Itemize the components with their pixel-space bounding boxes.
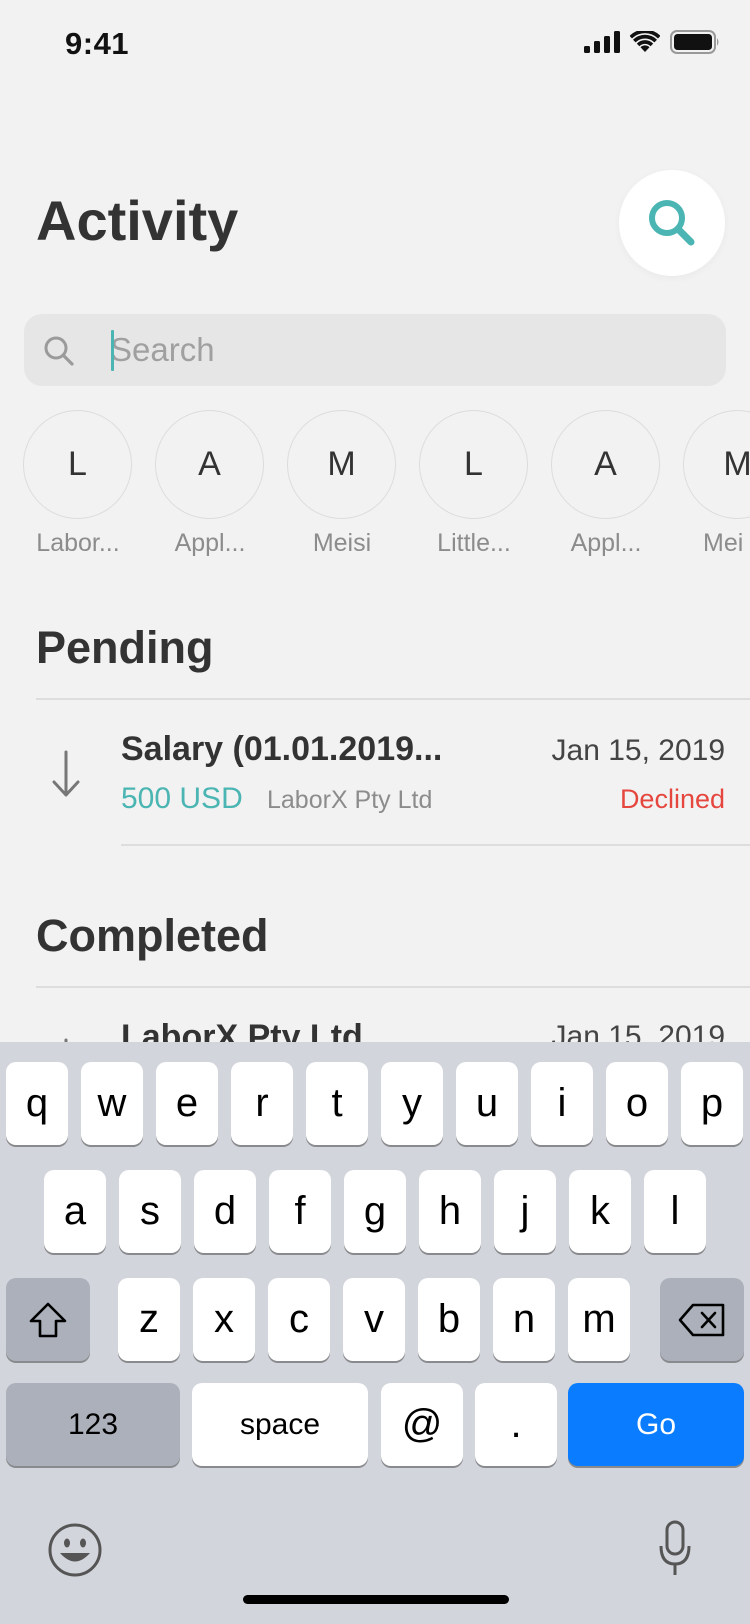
section-title-completed: Completed [36, 910, 269, 961]
backspace-icon [678, 1303, 725, 1336]
key-n[interactable]: n [493, 1278, 555, 1361]
contact-name: Appl... [174, 529, 246, 557]
key-q[interactable]: q [6, 1062, 68, 1145]
key-x[interactable]: x [193, 1278, 255, 1361]
keyboard: qwertyuiop asdfghjkl zxcvbnm 123 space @… [0, 1042, 750, 1624]
microphone-icon[interactable] [657, 1520, 693, 1578]
key-j[interactable]: j [494, 1170, 556, 1253]
contact-avatar: A [155, 410, 264, 519]
contact-avatar: A [551, 410, 660, 519]
search-icon [649, 200, 695, 246]
contact-item[interactable]: A Appl... [551, 410, 660, 558]
space-key[interactable]: space [192, 1383, 368, 1466]
contact-avatar: M [287, 410, 396, 519]
go-key[interactable]: Go [568, 1383, 744, 1466]
key-b[interactable]: b [418, 1278, 480, 1361]
transaction-date: Jan 15, 2019 [551, 734, 725, 767]
key-g[interactable]: g [344, 1170, 406, 1253]
contact-item[interactable]: M Mei [683, 410, 750, 558]
transaction-row[interactable]: Salary (01.01.2019... 500 USD LaborX Pty… [0, 700, 750, 846]
status-bar: 9:41 [0, 0, 750, 92]
contact-item[interactable]: L Labor... [23, 410, 132, 558]
shift-key[interactable] [6, 1278, 90, 1361]
key-d[interactable]: d [194, 1170, 256, 1253]
numbers-key[interactable]: 123 [6, 1383, 180, 1466]
key-w[interactable]: w [81, 1062, 143, 1145]
section-title-pending: Pending [36, 622, 214, 673]
divider [121, 844, 750, 846]
contact-avatar: M [683, 410, 750, 519]
key-u[interactable]: u [456, 1062, 518, 1145]
contact-name: Labor... [36, 529, 120, 557]
at-key[interactable]: @ [381, 1383, 463, 1466]
contact-name: Appl... [570, 529, 642, 557]
shift-icon [29, 1302, 67, 1337]
key-m[interactable]: m [568, 1278, 630, 1361]
key-a[interactable]: a [44, 1170, 106, 1253]
key-v[interactable]: v [343, 1278, 405, 1361]
contact-item[interactable]: A Appl... [155, 410, 264, 558]
key-c[interactable]: c [268, 1278, 330, 1361]
key-o[interactable]: o [606, 1062, 668, 1145]
emoji-icon[interactable] [47, 1522, 103, 1578]
transaction-counterparty: LaborX Pty Ltd [267, 786, 433, 814]
key-f[interactable]: f [269, 1170, 331, 1253]
key-r[interactable]: r [231, 1062, 293, 1145]
key-z[interactable]: z [118, 1278, 180, 1361]
contact-item[interactable]: L Little... [419, 410, 528, 558]
cellular-signal-icon [584, 31, 620, 53]
key-s[interactable]: s [119, 1170, 181, 1253]
contact-name: Meisi [312, 529, 372, 557]
contact-name: Little... [437, 529, 511, 557]
magnifier-icon [44, 336, 74, 366]
wifi-icon [630, 31, 660, 52]
key-k[interactable]: k [569, 1170, 631, 1253]
page-title: Activity [36, 189, 239, 252]
home-indicator [243, 1595, 509, 1604]
contact-avatar: L [23, 410, 132, 519]
battery-icon [670, 30, 719, 54]
key-l[interactable]: l [644, 1170, 706, 1253]
key-t[interactable]: t [306, 1062, 368, 1145]
text-cursor [111, 330, 114, 371]
arrow-down-icon [52, 750, 80, 797]
contact-name: Mei [703, 529, 744, 557]
period-key[interactable]: . [475, 1383, 557, 1466]
transaction-status: Declined [619, 784, 725, 814]
key-y[interactable]: y [381, 1062, 443, 1145]
backspace-key[interactable] [660, 1278, 744, 1361]
key-i[interactable]: i [531, 1062, 593, 1145]
contacts-carousel[interactable]: L Labor... A Appl... M Meisi L Little...… [23, 410, 750, 560]
status-icons [584, 30, 720, 54]
transaction-title: Salary (01.01.2019... [121, 730, 443, 768]
search-input[interactable] [110, 314, 710, 386]
contact-item[interactable]: M Meisi [287, 410, 396, 558]
key-e[interactable]: e [156, 1062, 218, 1145]
contact-avatar: L [419, 410, 528, 519]
status-time: 9:41 [65, 26, 130, 61]
search-bar[interactable] [24, 314, 726, 386]
key-p[interactable]: p [681, 1062, 743, 1145]
key-h[interactable]: h [419, 1170, 481, 1253]
transaction-amount: 500 USD [121, 782, 243, 815]
search-button[interactable] [619, 170, 725, 276]
